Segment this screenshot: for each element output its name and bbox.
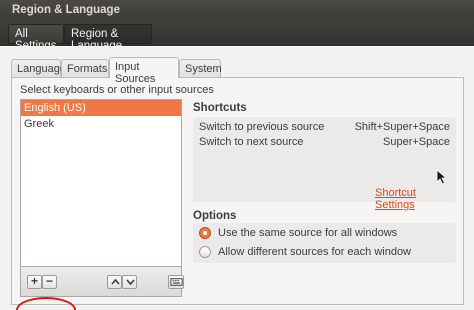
path-bar: All Settings Region & Language [0, 22, 474, 52]
shortcuts-box: Switch to previous source Shift+Super+Sp… [193, 117, 456, 211]
shortcut-accel: Super+Space [383, 136, 450, 148]
tab-system[interactable]: System [179, 59, 222, 77]
move-up-button[interactable] [107, 275, 122, 289]
chevron-down-icon [126, 279, 135, 286]
sources-prompt: Select keyboards or other input sources [20, 84, 214, 96]
title-bar: Region & Language [0, 0, 474, 22]
tab-language[interactable]: Language [11, 59, 66, 77]
shortcut-row-next[interactable]: Switch to next source Super+Space [199, 136, 450, 151]
radio-label: Use the same source for all windows [218, 227, 398, 239]
chevron-up-icon [111, 278, 120, 285]
list-item-greek[interactable]: Greek [21, 116, 181, 132]
crumb-region-language[interactable]: Region & Language [64, 24, 152, 52]
shortcut-label: Switch to next source [199, 136, 304, 148]
shortcuts-heading: Shortcuts [193, 102, 247, 114]
keyboard-layout-button[interactable] [168, 275, 184, 289]
options-box: Use the same source for all windows Allo… [193, 223, 456, 263]
options-heading: Options [193, 210, 237, 222]
crumb-all-settings[interactable]: All Settings [8, 24, 64, 52]
shortcut-label: Switch to previous source [199, 121, 325, 133]
tab-formats[interactable]: Formats [61, 59, 109, 77]
input-sources-panel: Select keyboards or other input sources … [11, 77, 464, 310]
tab-input-sources[interactable]: Input Sources [109, 57, 179, 85]
keyboard-icon [170, 278, 183, 286]
mouse-pointer-icon [436, 169, 448, 185]
annotation-highlight-oval [16, 297, 76, 310]
add-source-button[interactable]: + [27, 275, 42, 289]
sources-toolbar: + − [20, 267, 184, 297]
input-sources-list: English (US) Greek [20, 99, 182, 267]
move-down-button[interactable] [122, 275, 137, 289]
shortcut-row-previous[interactable]: Switch to previous source Shift+Super+Sp… [199, 121, 450, 136]
window-title: Region & Language [12, 4, 120, 16]
list-item-english-us[interactable]: English (US) [21, 100, 181, 116]
content-area: Language Formats Input Sources System Se… [0, 47, 474, 310]
shortcut-accel: Shift+Super+Space [354, 121, 450, 133]
radio-unchecked-icon[interactable] [199, 246, 211, 258]
radio-label: Allow different sources for each window [218, 246, 412, 258]
shortcut-settings-link[interactable]: Shortcut Settings [375, 187, 456, 211]
radio-checked-icon[interactable] [199, 227, 211, 239]
remove-source-button[interactable]: − [42, 275, 57, 289]
